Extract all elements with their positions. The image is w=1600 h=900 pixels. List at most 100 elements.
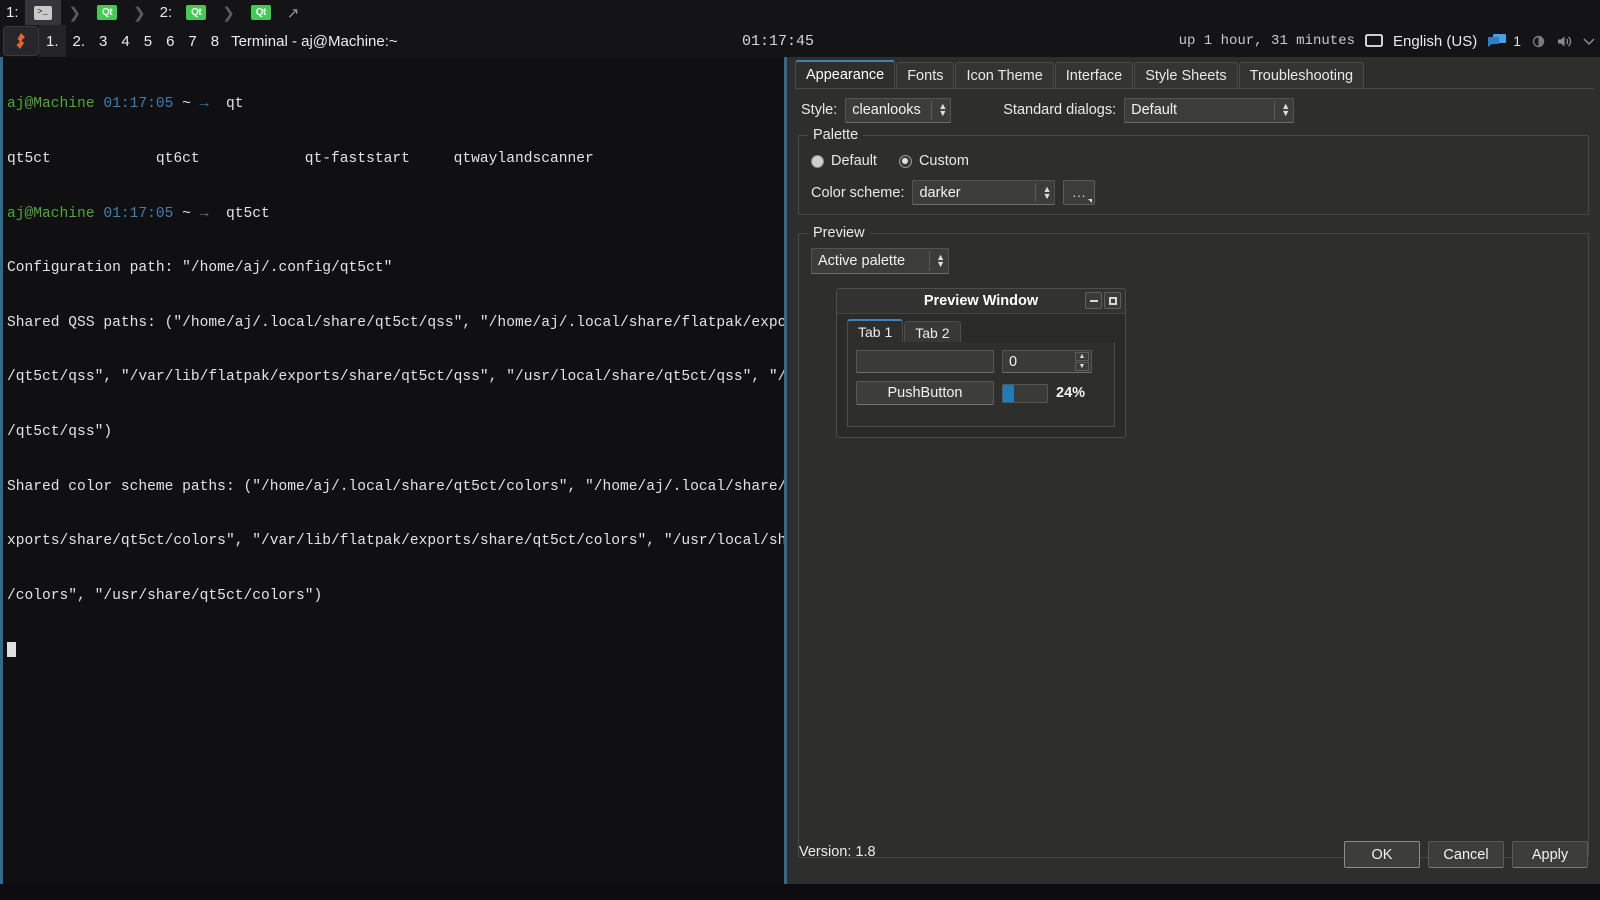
maximize-icon[interactable] — [1104, 292, 1121, 309]
active-palette-value: Active palette — [818, 253, 906, 269]
tab-fonts[interactable]: Fonts — [896, 62, 955, 88]
standard-dialogs-combo[interactable]: Default ▲ ▼ — [1124, 97, 1295, 123]
window-button-terminal[interactable]: >_ — [24, 0, 61, 25]
preview-tab-panel: 0 ▲ ▼ PushButton 24% — [847, 342, 1115, 427]
active-window-title: Terminal - aj@Machine:~ — [231, 32, 398, 50]
progress-fill — [1003, 384, 1014, 402]
palette-group-title: Palette — [808, 127, 864, 143]
color-scheme-combo[interactable]: darker ▲ ▼ — [912, 180, 1056, 205]
cancel-button[interactable]: Cancel — [1428, 841, 1504, 868]
terminal-line-output-5: /qt5ct/qss") — [7, 424, 113, 441]
message-count-badge: 1 — [1513, 33, 1521, 49]
i3-window-bar: 1: >_ ❯ Qt ❯ 2: Qt ❯ Qt ↗ — [0, 0, 1600, 25]
tab-style-sheets[interactable]: Style Sheets — [1134, 62, 1238, 88]
preview-push-button[interactable]: PushButton — [856, 381, 994, 405]
tab-icon-theme[interactable]: Icon Theme — [955, 62, 1054, 88]
tab-appearance[interactable]: Appearance — [795, 60, 896, 88]
radio-palette-default[interactable]: Default — [811, 153, 877, 169]
terminal-cursor-line — [7, 641, 784, 660]
active-palette-combo[interactable]: Active palette ▲ ▼ — [811, 248, 949, 274]
chat-bubble-icon[interactable] — [1487, 33, 1507, 49]
apply-button[interactable]: Apply — [1512, 841, 1588, 868]
preview-row-2: PushButton 24% — [856, 381, 1106, 405]
brightness-icon[interactable] — [1531, 34, 1546, 49]
combo-separator-3 — [1035, 183, 1037, 202]
terminal-line-output-8: /colors", "/usr/share/qt5ct/colors") — [7, 587, 323, 604]
chevron-right-icon-3: ❯ — [222, 4, 235, 22]
preview-line-edit[interactable] — [856, 350, 994, 373]
prompt-arrow-1: → — [199, 96, 209, 113]
distro-logo-button[interactable] — [3, 26, 39, 56]
preview-spinbox[interactable]: 0 ▲ ▼ — [1002, 350, 1092, 373]
color-scheme-browse-button[interactable]: ... — [1063, 180, 1096, 205]
preview-tab-1[interactable]: Tab 1 — [847, 319, 904, 343]
style-label: Style: — [801, 102, 838, 118]
terminal-line-output-4: /qt5ct/qss", "/var/lib/flatpak/exports/s… — [7, 369, 784, 386]
workspace-label-2[interactable]: 2: — [154, 4, 179, 21]
distro-logo-icon — [16, 33, 25, 49]
style-combo[interactable]: cleanlooks ▲ ▼ — [845, 97, 952, 123]
terminal-line-output-2: Configuration path: "/home/aj/.config/qt… — [7, 260, 393, 277]
terminal-line-prompt-1: aj@Machine 01:17:05 ~ → qt — [7, 95, 784, 113]
style-row: Style: cleanlooks ▲ ▼ Standard dialogs: D… — [801, 97, 1588, 123]
preview-window: Preview Window Tab 1 Tab 2 0 ▲ ▼ PushBut… — [836, 288, 1126, 438]
workspace-label-1[interactable]: 1: — [0, 4, 25, 21]
chevron-right-icon-1: ❯ — [68, 4, 82, 22]
volume-icon[interactable] — [1556, 34, 1572, 49]
taskbar-workspace-5[interactable]: 5 — [137, 25, 159, 57]
standard-dialogs-value: Default — [1131, 102, 1178, 118]
window-button-qt-3[interactable]: Qt — [243, 0, 279, 25]
combo-arrows-icon-4: ▲ ▼ — [936, 252, 945, 269]
preview-row-1: 0 ▲ ▼ — [856, 350, 1106, 373]
palette-radio-row: Default Custom — [811, 153, 969, 169]
minimize-icon[interactable] — [1085, 292, 1102, 309]
dialog-button-row: OK Cancel Apply — [1344, 841, 1588, 868]
taskbar-workspace-4[interactable]: 4 — [114, 25, 136, 57]
taskbar-workspace-6[interactable]: 6 — [159, 25, 181, 57]
combo-arrows-icon: ▲ ▼ — [938, 101, 948, 118]
qt5ct-window: Appearance Fonts Icon Theme Interface St… — [784, 57, 1600, 884]
qt5ct-tabbar: Appearance Fonts Icon Theme Interface St… — [795, 60, 1594, 89]
system-tray: up 1 hour, 31 minutes English (US) 1 — [1179, 25, 1596, 57]
terminal-line-output-3: Shared QSS paths: ("/home/aj/.local/shar… — [7, 314, 784, 331]
style-combo-value: cleanlooks — [852, 102, 921, 118]
prompt-user-1: aj@Machine — [7, 96, 95, 113]
ok-button[interactable]: OK — [1344, 841, 1420, 868]
window-button-qt-1[interactable]: Qt — [89, 0, 125, 25]
prompt-command-1: qt — [225, 96, 244, 113]
taskbar-workspace-8[interactable]: 8 — [204, 25, 226, 57]
chevron-down-icon[interactable] — [1582, 36, 1596, 46]
prompt-command-2: qt5ct — [225, 205, 270, 222]
taskbar-workspace-1[interactable]: 1. — [39, 25, 66, 57]
qt-icon-2: Qt — [186, 5, 207, 20]
prompt-cwd-1: ~ — [182, 96, 191, 113]
standard-dialogs-label: Standard dialogs: — [1003, 102, 1117, 118]
tab-interface[interactable]: Interface — [1054, 62, 1134, 88]
display-icon[interactable] — [1365, 33, 1383, 49]
taskbar-workspace-3[interactable]: 3 — [92, 25, 114, 57]
version-label: Version: 1.8 — [799, 844, 876, 860]
qt-icon-3: Qt — [250, 5, 271, 20]
combo-separator — [931, 100, 933, 120]
taskbar-workspace-2[interactable]: 2. — [66, 25, 93, 57]
preview-window-title: Preview Window — [923, 293, 1039, 309]
radio-dot-custom-icon — [898, 154, 912, 168]
preview-spinbox-value: 0 — [1009, 353, 1018, 370]
terminal-line-prompt-2: aj@Machine 01:17:05 ~ → qt5ct — [7, 205, 784, 223]
color-scheme-value: darker — [919, 184, 961, 201]
radio-palette-custom[interactable]: Custom — [898, 153, 969, 169]
arrow-northeast-icon[interactable]: ↗ — [279, 4, 300, 22]
preview-window-titlebar: Preview Window — [837, 289, 1125, 314]
combo-arrows-icon-3: ▲ ▼ — [1042, 183, 1052, 201]
uptime-label: up 1 hour, 31 minutes — [1178, 33, 1355, 49]
tab-troubleshooting[interactable]: Troubleshooting — [1238, 62, 1365, 88]
preview-progress-bar — [1002, 383, 1048, 403]
keyboard-layout-label[interactable]: English (US) — [1393, 33, 1477, 50]
window-button-qt-2[interactable]: Qt — [178, 0, 214, 25]
preview-window-buttons — [1085, 292, 1121, 309]
preview-tab-2[interactable]: Tab 2 — [904, 321, 961, 343]
terminal-window[interactable]: aj@Machine 01:17:05 ~ → qt qt5ct qt6ct q… — [0, 57, 784, 884]
taskbar-workspace-7[interactable]: 7 — [181, 25, 203, 57]
radio-dot-default-icon — [811, 154, 824, 168]
combo-separator-2 — [1274, 100, 1276, 120]
